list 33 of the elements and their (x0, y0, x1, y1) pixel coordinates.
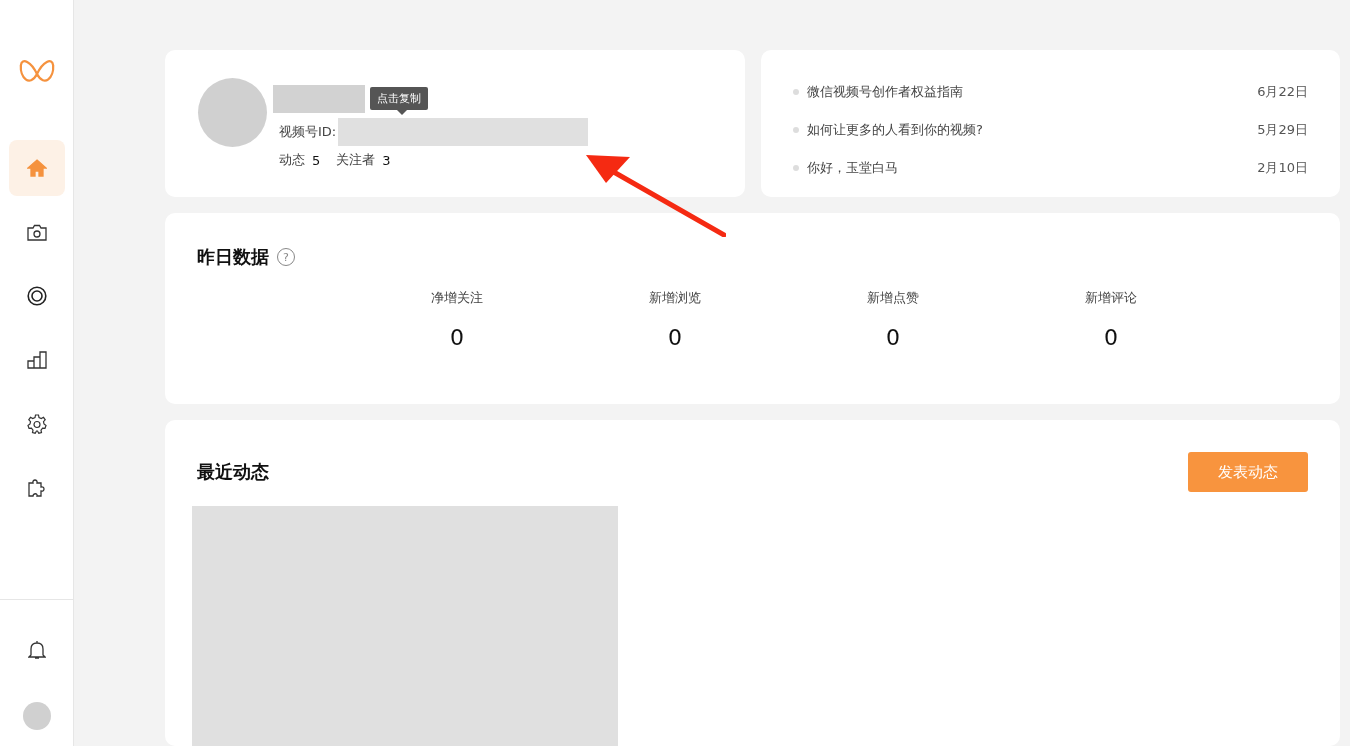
stat-label: 关注者 (336, 151, 376, 169)
stat-value: 3 (382, 152, 391, 168)
bell-icon[interactable] (27, 640, 46, 660)
news-date: 6月22日 (1257, 83, 1308, 101)
metric-value: 0 (1104, 325, 1118, 350)
home-icon (26, 159, 47, 177)
bar-chart-icon (26, 351, 47, 369)
news-link[interactable]: 你好，玉堂白马 (807, 159, 1258, 177)
metric-label: 新增浏览 (649, 289, 701, 307)
metric-value: 0 (668, 325, 682, 350)
metric-value: 0 (886, 325, 900, 350)
bullet-icon (793, 89, 799, 95)
settings-icon (26, 414, 47, 434)
metric-label: 新增评论 (1085, 289, 1137, 307)
metric-label: 新增点赞 (867, 289, 919, 307)
section-title: 昨日数据 (197, 245, 269, 269)
stat-value: 5 (312, 152, 321, 168)
metric-label: 净增关注 (431, 289, 483, 307)
news-link[interactable]: 如何让更多的人看到你的视频? (807, 121, 1258, 139)
news-link[interactable]: 微信视频号创作者权益指南 (807, 83, 1258, 101)
tooltip: 点击复制 (370, 87, 428, 110)
news-date: 5月29日 (1257, 121, 1308, 139)
stat-label: 动态 (279, 151, 305, 169)
id-label: 视频号ID: (279, 123, 337, 141)
section-title: 最近动态 (197, 460, 269, 484)
news-date: 2月10日 (1257, 159, 1308, 177)
tooltip-pointer-icon (397, 110, 407, 115)
ring-icon (26, 286, 47, 306)
bullet-icon (793, 165, 799, 171)
metric-value: 0 (450, 325, 464, 350)
puzzle-icon (26, 478, 47, 498)
bullet-icon (793, 127, 799, 133)
camera-icon (26, 223, 47, 241)
